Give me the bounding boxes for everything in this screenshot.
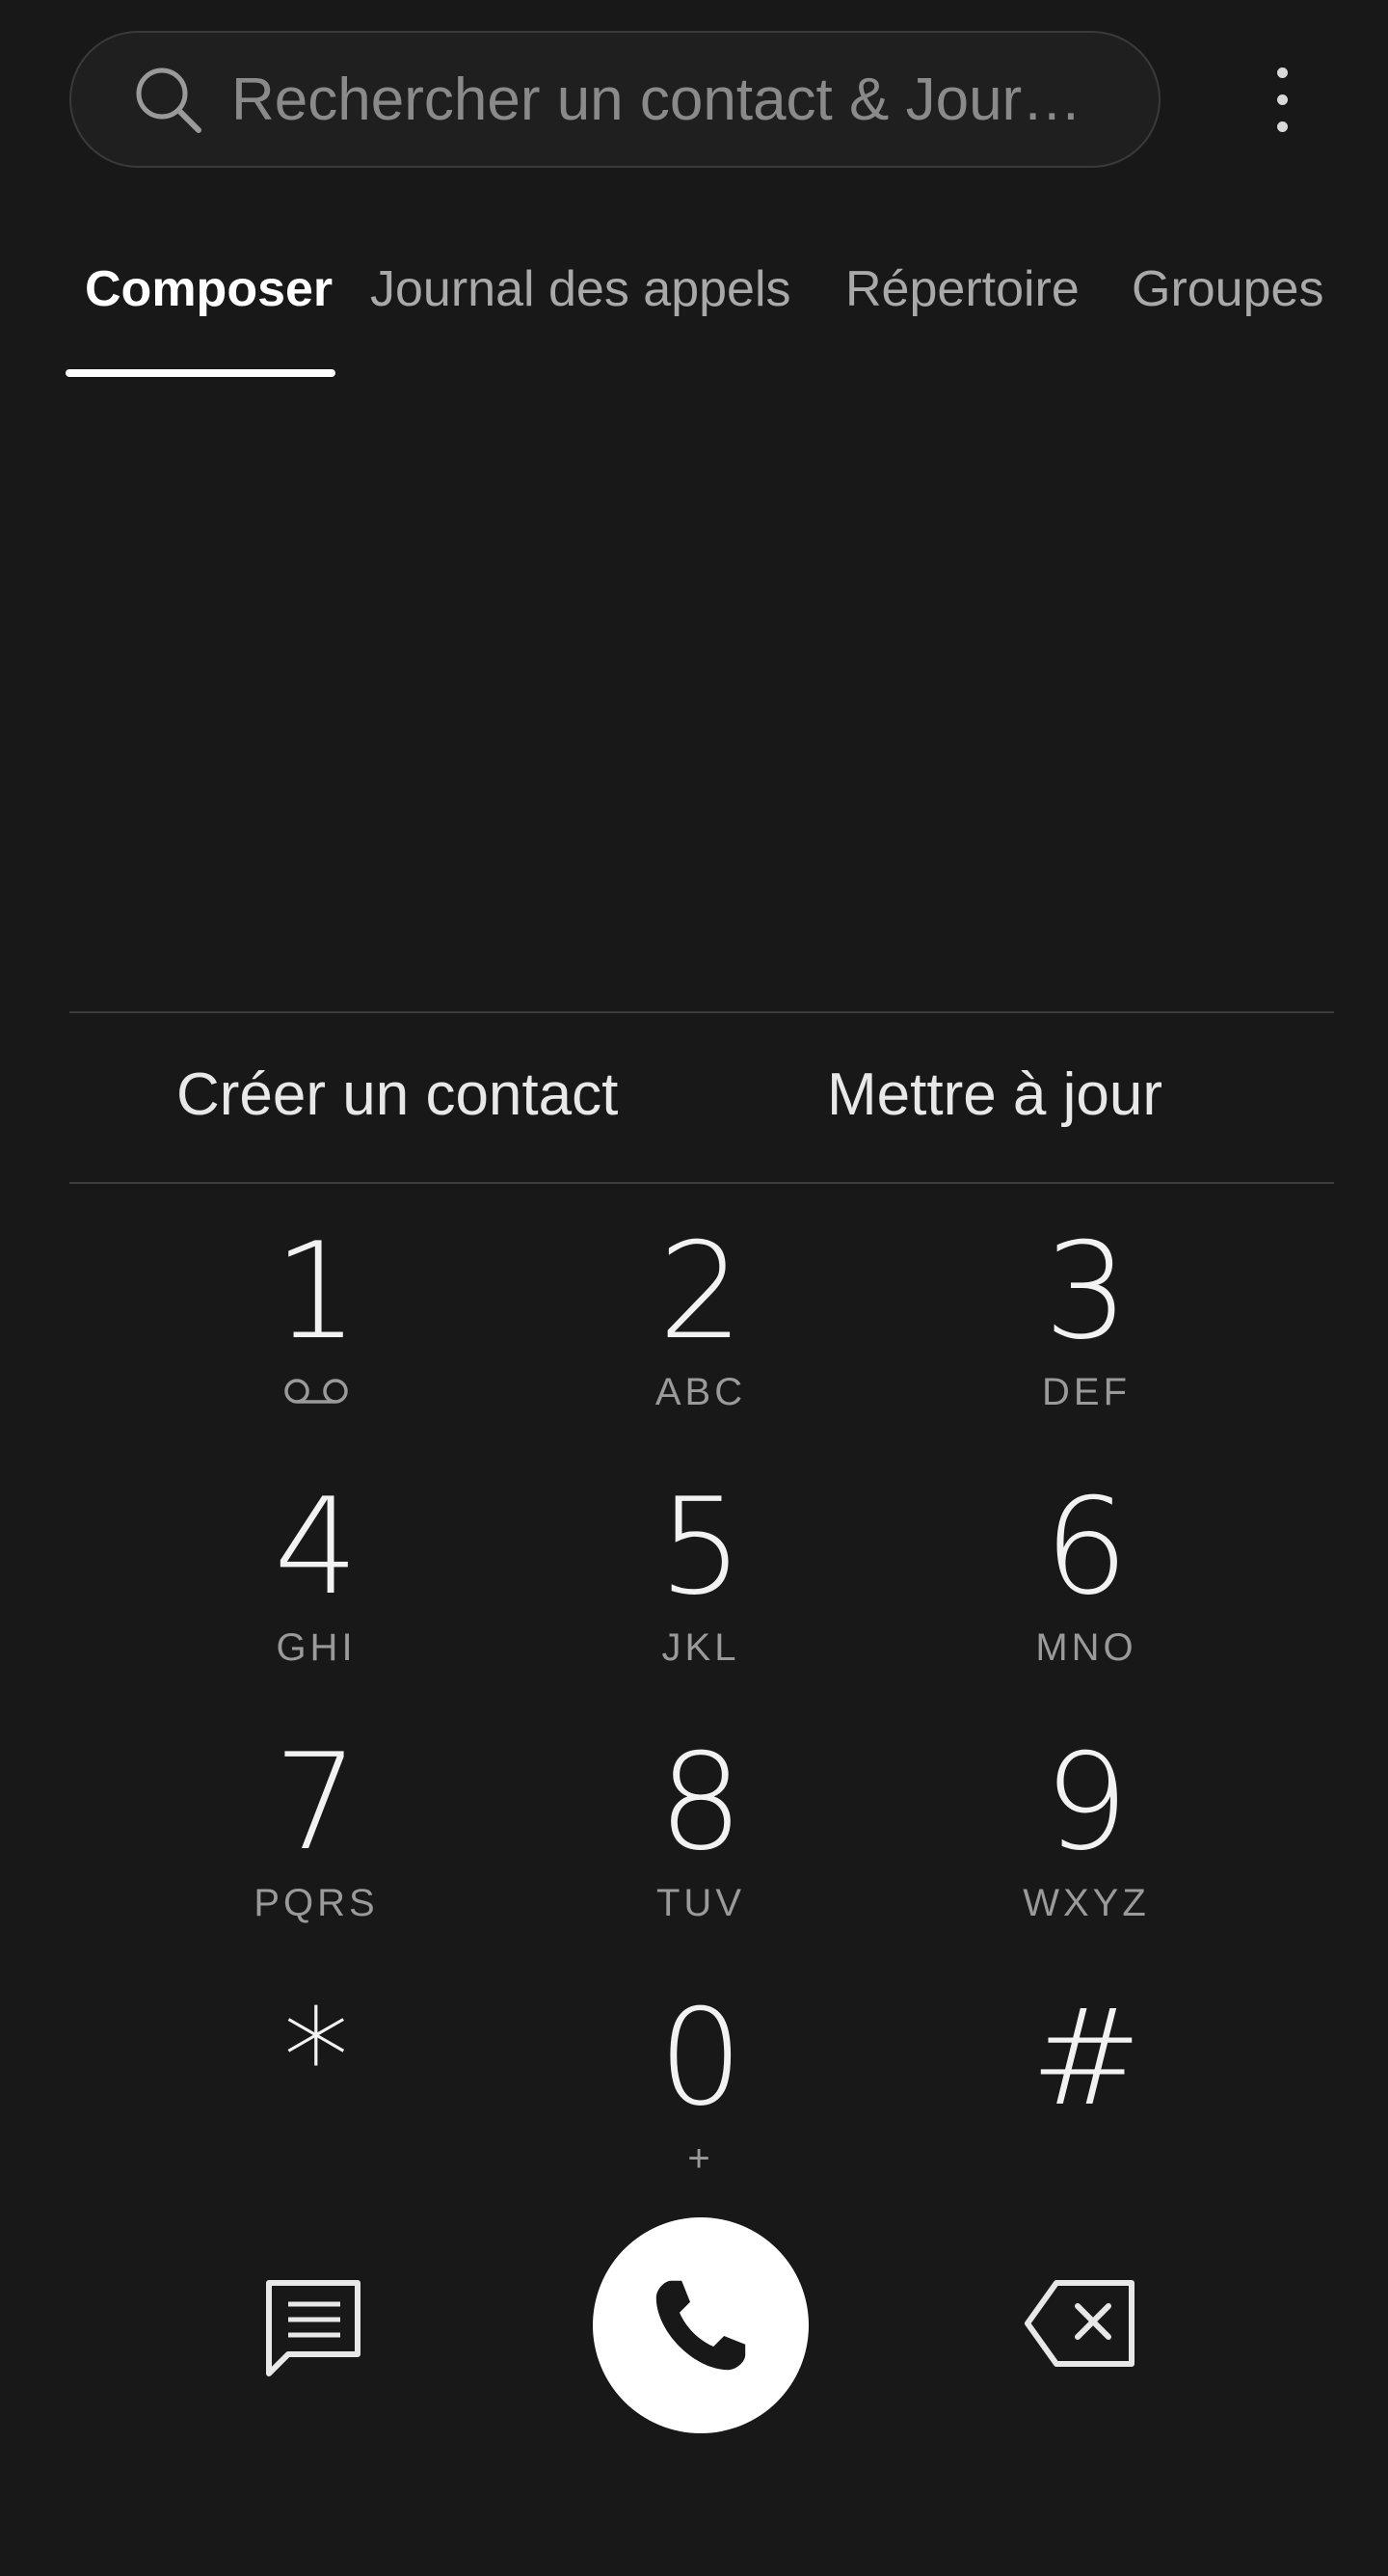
tab-repertoire[interactable]: Répertoire xyxy=(845,260,1080,318)
phone-icon xyxy=(655,2280,746,2371)
key-digit: 5 xyxy=(658,1469,743,1624)
key-digit: 1 xyxy=(274,1214,359,1369)
key-digit: 9 xyxy=(1044,1725,1129,1880)
call-button[interactable] xyxy=(593,2217,809,2433)
divider-bottom xyxy=(69,1182,1334,1184)
key-digit: 6 xyxy=(1044,1469,1129,1624)
key-5[interactable]: 5 JKL xyxy=(547,1475,855,1697)
key-digit: 3 xyxy=(1044,1214,1129,1369)
key-8[interactable]: 8 TUV xyxy=(547,1731,855,1952)
tab-journal-des-appels[interactable]: Journal des appels xyxy=(370,260,791,318)
dialer-screen: Composer Journal des appels Répertoire G… xyxy=(0,0,1388,2576)
divider-top xyxy=(69,1011,1334,1013)
create-contact-button[interactable]: Créer un contact xyxy=(176,1060,618,1129)
key-letters: ABC xyxy=(654,1371,747,1413)
key-letters: WXYZ xyxy=(1023,1882,1150,1924)
tab-composer[interactable]: Composer xyxy=(85,260,333,318)
key-digit: * xyxy=(282,1980,350,2135)
key-digit: 2 xyxy=(658,1214,743,1369)
voicemail-icon xyxy=(284,1379,348,1404)
key-9[interactable]: 9 WXYZ xyxy=(932,1731,1241,1952)
search-input[interactable] xyxy=(231,51,1101,148)
message-icon xyxy=(266,2280,360,2376)
key-hash[interactable]: # xyxy=(932,1986,1241,2208)
key-letters: + xyxy=(687,2137,714,2180)
more-options-button[interactable] xyxy=(1239,56,1325,143)
key-letters: MNO xyxy=(1035,1626,1137,1669)
key-star[interactable]: * xyxy=(162,1986,470,2208)
key-letters: DEF xyxy=(1042,1371,1131,1413)
key-7[interactable]: 7 PQRS xyxy=(162,1731,470,1952)
key-4[interactable]: 4 GHI xyxy=(162,1475,470,1697)
key-0[interactable]: 0 + xyxy=(547,1986,855,2208)
backspace-icon xyxy=(1025,2280,1134,2367)
key-digit: 0 xyxy=(658,1980,743,2135)
key-3[interactable]: 3 DEF xyxy=(932,1220,1241,1441)
key-digit: 8 xyxy=(658,1725,743,1880)
key-letters: JKL xyxy=(661,1626,740,1669)
key-digit: 4 xyxy=(274,1469,359,1624)
key-2[interactable]: 2 ABC xyxy=(547,1220,855,1441)
key-digit: # xyxy=(1030,1980,1142,2135)
search-icon xyxy=(136,67,201,133)
tab-groupes[interactable]: Groupes xyxy=(1132,260,1323,318)
key-letters: GHI xyxy=(276,1626,357,1669)
more-vert-icon xyxy=(1276,67,1288,78)
key-1[interactable]: 1 xyxy=(162,1220,470,1441)
key-6[interactable]: 6 MNO xyxy=(932,1475,1241,1697)
backspace-button[interactable] xyxy=(1024,2277,1139,2370)
search-bar[interactable] xyxy=(69,31,1161,168)
key-digit: 7 xyxy=(274,1725,359,1880)
tab-bar: Composer Journal des appels Répertoire G… xyxy=(0,241,1388,386)
key-letters: TUV xyxy=(656,1882,745,1924)
send-message-button[interactable] xyxy=(255,2275,371,2381)
active-tab-indicator xyxy=(66,369,335,377)
key-letters: PQRS xyxy=(254,1882,379,1924)
update-contact-button[interactable]: Mettre à jour xyxy=(827,1060,1162,1129)
